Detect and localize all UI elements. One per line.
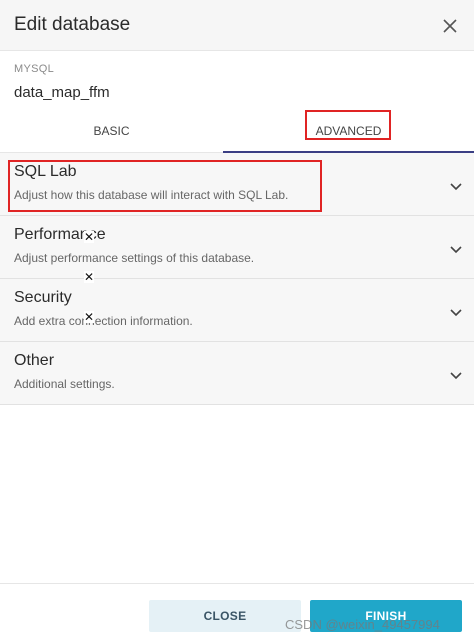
- panel-sql-lab[interactable]: SQL Lab Adjust how this database will in…: [0, 153, 474, 216]
- panel-description: Adjust performance settings of this data…: [14, 251, 255, 265]
- artifact-x-mark: ✕: [84, 230, 95, 244]
- chevron-down-icon: [450, 246, 462, 254]
- artifact-x-mark: ✕: [84, 310, 95, 324]
- panel-title: Security: [14, 289, 72, 306]
- chevron-down-icon: [450, 183, 462, 191]
- close-icon[interactable]: [440, 16, 460, 36]
- panel-title: SQL Lab: [14, 163, 77, 180]
- database-name: data_map_ffm: [14, 84, 110, 101]
- close-button[interactable]: CLOSE: [149, 600, 301, 632]
- footer-divider: [0, 583, 474, 584]
- panel-description: Additional settings.: [14, 377, 115, 391]
- watermark: CSDN @weixin_49457994: [285, 617, 440, 632]
- panel-other[interactable]: Other Additional settings.: [0, 342, 474, 405]
- panel-description: Add extra connection information.: [14, 314, 193, 328]
- tab-bar: BASIC ADVANCED: [0, 110, 474, 153]
- chevron-down-icon: [450, 309, 462, 317]
- tab-advanced[interactable]: ADVANCED: [223, 110, 474, 153]
- panel-security[interactable]: Security Add extra connection informatio…: [0, 279, 474, 342]
- tab-basic[interactable]: BASIC: [0, 110, 223, 153]
- panel-description: Adjust how this database will interact w…: [14, 188, 289, 202]
- panel-performance[interactable]: Performance Adjust performance settings …: [0, 216, 474, 279]
- database-type-label: MYSQL: [14, 63, 55, 75]
- artifact-x-mark: ✕: [84, 270, 95, 284]
- modal-title: Edit database: [14, 14, 131, 35]
- chevron-down-icon: [450, 372, 462, 380]
- panel-title: Other: [14, 352, 55, 369]
- modal-header: Edit database: [0, 0, 474, 51]
